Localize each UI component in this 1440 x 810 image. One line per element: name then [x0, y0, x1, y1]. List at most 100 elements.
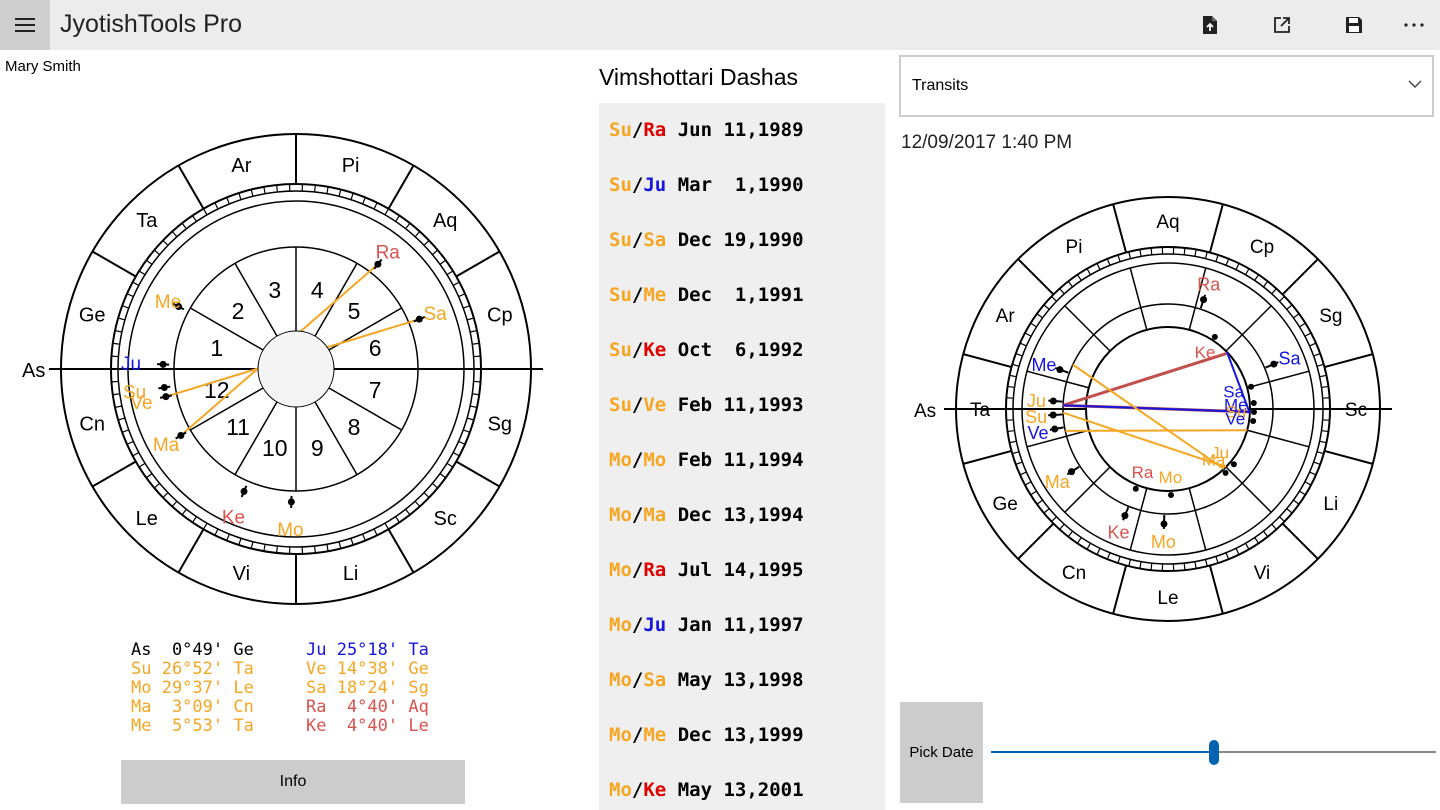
degree-tick — [1096, 548, 1101, 555]
planet-label: Ra — [1197, 274, 1221, 294]
position-row: Ma 3°09' Cn Ra 4°40' Aq — [131, 698, 429, 717]
degree-tick — [1009, 374, 1017, 378]
dasha-lord-major: Mo — [609, 724, 632, 746]
dasha-separator: / — [631, 614, 644, 636]
dashas-list[interactable]: Su/Ra Jun 11,1989 Su/Ju Mar 1,1990 Su/Sa D… — [599, 103, 885, 810]
sign-divider — [1017, 522, 1055, 560]
pick-date-button[interactable]: Pick Date — [900, 702, 983, 803]
dasha-row[interactable]: Mo/Ra Jul 14,1995 — [609, 559, 804, 581]
degree-tick — [338, 189, 342, 197]
degree-tick — [1024, 481, 1032, 486]
degree-tick — [1215, 254, 1219, 262]
sign-label: Cp — [1250, 237, 1274, 258]
natal-center-disc — [257, 330, 335, 408]
hamburger-menu-button[interactable] — [0, 0, 50, 50]
dasha-row[interactable]: Mo/Mo Feb 11,1994 — [609, 449, 804, 471]
app-title: JyotishTools Pro — [60, 10, 243, 38]
degree-tick — [1059, 288, 1065, 295]
dasha-row[interactable]: Su/Me Dec 1,1991 — [609, 284, 804, 306]
degree-tick — [1051, 296, 1057, 302]
dasha-separator: / — [631, 229, 644, 251]
planet-marker — [1211, 333, 1218, 340]
date-slider-thumb[interactable] — [1208, 740, 1219, 765]
degree-tick — [1244, 542, 1250, 550]
dasha-date: Mar 1,1990 — [677, 174, 804, 196]
degree-tick — [350, 538, 354, 546]
degree-tick — [338, 541, 342, 549]
transit-chart: As TaArPiAqCpSgScLiViLeCnGeMeJuSuVeMaKe Mo… — [914, 196, 1392, 622]
degree-tick — [1015, 353, 1023, 357]
degree-tick — [446, 270, 454, 276]
house-number: 5 — [348, 298, 361, 324]
house-number: 1 — [210, 335, 223, 361]
export-file-button[interactable] — [1198, 13, 1222, 37]
degree-tick — [373, 202, 378, 210]
dasha-lord-major: Su — [609, 174, 632, 196]
degree-tick — [1128, 559, 1132, 567]
degree-tick — [1009, 440, 1017, 444]
degree-tick — [1150, 247, 1153, 255]
degree-tick — [1015, 461, 1023, 465]
degree-tick — [263, 544, 266, 552]
degree-tick — [1262, 530, 1269, 538]
degree-tick — [1086, 542, 1092, 550]
degree-tick — [350, 192, 354, 200]
planet-label: Ra — [1132, 463, 1154, 482]
degree-tick — [1007, 429, 1015, 433]
dasha-lord-minor: Ju — [643, 174, 667, 196]
dasha-separator: / — [631, 504, 644, 526]
planet-label: Mo — [1159, 468, 1183, 487]
degree-tick — [1012, 451, 1020, 455]
person-name: Mary Smith — [5, 58, 81, 75]
planet-marker — [1250, 409, 1257, 416]
planet-label: Ve — [1225, 409, 1245, 428]
planet-label: Ma — [1202, 451, 1226, 470]
dasha-row[interactable]: Su/Ve Feb 11,1993 — [609, 394, 804, 416]
sign-label: Ge — [993, 494, 1018, 515]
planet-label: Mo — [1151, 532, 1176, 552]
degree-tick — [214, 202, 219, 210]
more-options-button[interactable] — [1402, 13, 1426, 37]
degree-tick — [1059, 523, 1065, 530]
sign-divider — [387, 528, 415, 574]
dasha-row[interactable]: Su/Sa Dec 19,1990 — [609, 229, 804, 251]
degree-tick — [1106, 258, 1111, 266]
degree-tick — [121, 429, 129, 433]
house-number: 8 — [348, 414, 361, 440]
dasha-row[interactable]: Mo/Ke May 13,2001 — [609, 779, 804, 801]
dasha-lord-minor: Ve — [643, 394, 667, 416]
dasha-row[interactable]: Mo/Sa May 13,1998 — [609, 669, 804, 691]
house-divider — [1188, 488, 1207, 551]
house-divider — [1247, 370, 1310, 389]
planet-label: Sa — [423, 304, 447, 325]
dasha-row[interactable]: Mo/Me Dec 13,1999 — [609, 724, 804, 746]
dasha-row[interactable]: Su/Ju Mar 1,1990 — [609, 174, 804, 196]
open-external-button[interactable] — [1270, 13, 1294, 37]
degree-tick — [181, 508, 187, 516]
sign-label: Cn — [1062, 563, 1086, 584]
save-button[interactable] — [1342, 13, 1366, 37]
degree-tick — [1183, 247, 1186, 255]
dasha-row[interactable]: Su/Ke Oct 6,1992 — [609, 339, 804, 361]
chart-type-dropdown[interactable]: Transits — [899, 55, 1434, 117]
degree-tick — [1139, 249, 1142, 257]
sign-label: Ge — [79, 304, 106, 326]
degree-tick — [469, 329, 478, 333]
degree-tick — [1254, 274, 1260, 281]
degree-tick — [1309, 342, 1317, 347]
degree-tick — [114, 405, 123, 409]
degree-tick — [1106, 552, 1111, 560]
dasha-lord-major: Su — [609, 339, 632, 361]
sign-divider — [387, 164, 415, 210]
sign-label: Le — [1157, 588, 1178, 609]
degree-tick — [1254, 537, 1260, 544]
dasha-row[interactable]: Mo/Ma Dec 13,1994 — [609, 504, 804, 526]
dasha-row[interactable]: Su/Ra Jun 11,1989 — [609, 119, 804, 141]
info-button[interactable]: Info — [121, 760, 465, 804]
degree-tick — [466, 417, 474, 421]
house-number: 10 — [262, 435, 288, 461]
planet-marker — [1222, 469, 1229, 476]
degree-tick — [126, 293, 134, 298]
dasha-row[interactable]: Mo/Ju Jan 11,1997 — [609, 614, 804, 636]
degree-tick — [326, 186, 329, 194]
